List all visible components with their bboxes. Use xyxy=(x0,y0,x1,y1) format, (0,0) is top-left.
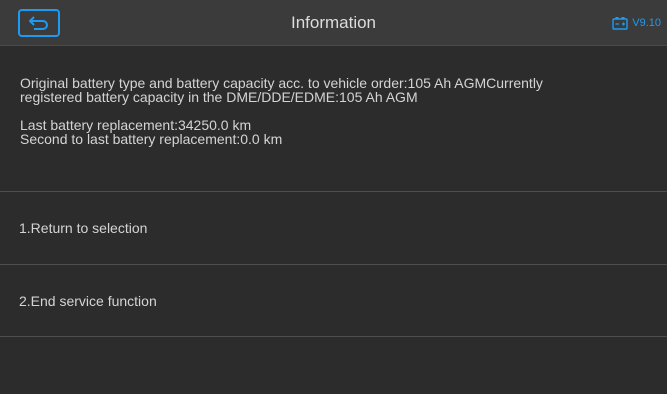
battery-icon xyxy=(612,17,628,30)
version-indicator: V9.10 xyxy=(612,15,661,31)
info-text-line: Original battery type and battery capaci… xyxy=(20,75,543,91)
version-label: V9.10 xyxy=(632,17,661,29)
page-title: Information xyxy=(290,13,377,32)
info-text-line: Last battery replacement:34250.0 km xyxy=(20,117,252,133)
info-text-line: Second to last battery replacement:0.0 k… xyxy=(20,131,283,147)
back-arrow-icon xyxy=(29,16,48,30)
screen: Information V9.10 Original battery type … xyxy=(0,0,667,394)
menu-item-end-service-function[interactable]: 2.End service function xyxy=(0,265,667,336)
back-button[interactable] xyxy=(18,9,60,37)
header-bar: Information V9.10 xyxy=(0,0,667,46)
info-panel: Original battery type and battery capaci… xyxy=(0,47,667,191)
menu-item-return-to-selection[interactable]: 1.Return to selection xyxy=(0,192,667,263)
info-text-line: registered battery capacity in the DME/D… xyxy=(20,89,418,105)
footer-area xyxy=(0,337,667,394)
